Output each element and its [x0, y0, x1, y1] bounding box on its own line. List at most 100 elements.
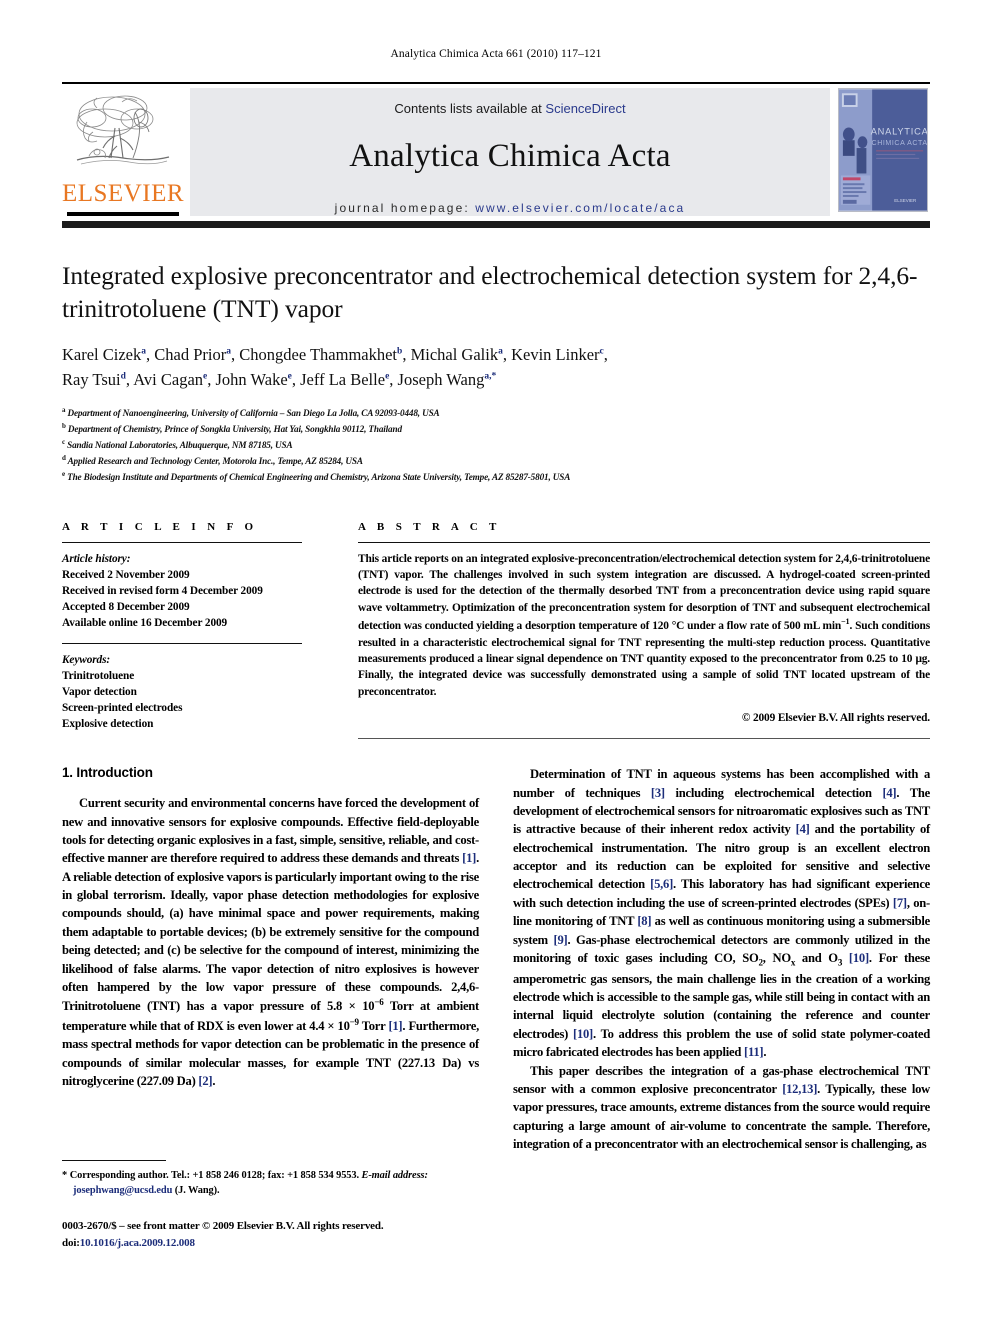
- keywords-block: Keywords: Trinitrotoluene Vapor detectio…: [62, 652, 302, 732]
- citation-ref[interactable]: [7]: [893, 896, 907, 910]
- journal-title: Analytica Chimica Acta: [349, 138, 671, 174]
- para-text: including electrochemical detection: [664, 785, 883, 800]
- citation-ref[interactable]: [2]: [198, 1074, 212, 1088]
- affiliation-mark: a: [62, 405, 66, 414]
- affiliation-item: b Department of Chemistry, Prince of Son…: [62, 421, 930, 437]
- paragraph: Determination of TNT in aqueous systems …: [513, 765, 930, 1061]
- affiliation-mark: c: [62, 437, 65, 446]
- section-name: Introduction: [76, 765, 153, 781]
- para-text: Torr: [358, 1019, 389, 1034]
- exponent: −6: [374, 997, 384, 1008]
- exponent: −9: [349, 1016, 359, 1027]
- affiliation-item: c Sandia National Laboratories, Albuquer…: [62, 437, 930, 453]
- history-item: Available online 16 December 2009: [62, 616, 228, 629]
- author-separator: ,: [291, 370, 301, 389]
- elsevier-logo: ELSEVIER: [62, 88, 184, 216]
- corresponding-author-note: * Corresponding author. Tel.: +1 858 246…: [62, 1168, 479, 1198]
- section-number: 1.: [62, 765, 73, 781]
- keyword-item: Screen-printed electrodes: [62, 701, 183, 714]
- keyword-item: Trinitrotoluene: [62, 669, 135, 682]
- author-separator: ,: [502, 345, 512, 365]
- abstract-bottom-rule: [358, 738, 930, 740]
- section-heading-introduction: 1. Introduction: [62, 765, 479, 780]
- author-name: Michal Galik: [410, 345, 499, 365]
- author-name: Jeff La Belle: [300, 370, 386, 389]
- history-item: Received 2 November 2009: [62, 568, 190, 581]
- body-column-right: Determination of TNT in aqueous systems …: [513, 765, 930, 1153]
- journal-homepage-line: journal homepage: www.elsevier.com/locat…: [335, 201, 686, 215]
- author-name: Ray Tsui: [62, 370, 121, 389]
- para-text: . A reliable detection of explosive vapo…: [62, 851, 479, 1014]
- citation-ref[interactable]: [4]: [882, 786, 896, 800]
- history-item: Accepted 8 December 2009: [62, 600, 190, 613]
- article-history-label: Article history:: [62, 552, 131, 565]
- keywords-label: Keywords:: [62, 653, 111, 666]
- affiliation-mark: e: [62, 469, 65, 478]
- article-history-block: Article history: Received 2 November 200…: [62, 551, 302, 631]
- abstract-heading: A B S T R A C T: [358, 520, 501, 533]
- doi-link[interactable]: 10.1016/j.aca.2009.12.008: [80, 1237, 195, 1249]
- sciencedirect-link[interactable]: ScienceDirect: [545, 101, 625, 116]
- journal-masthead: ELSEVIER Contents lists available at Sci…: [62, 82, 930, 216]
- elsevier-tree-icon: [76, 95, 170, 165]
- citation-ref[interactable]: [9]: [554, 933, 568, 947]
- running-head: Analytica Chimica Acta 661 (2010) 117–12…: [390, 48, 602, 60]
- masthead-center: Contents lists available at ScienceDirec…: [190, 88, 830, 216]
- affiliation-item: d Applied Research and Technology Center…: [62, 453, 930, 469]
- doi-line: doi:10.1016/j.aca.2009.12.008: [62, 1235, 532, 1252]
- citation-ref[interactable]: [1]: [462, 851, 476, 865]
- body-column-left: 1. Introduction Current security and env…: [62, 765, 479, 1153]
- affiliation-text: Department of Chemistry, Prince of Songk…: [67, 423, 402, 434]
- citation-ref[interactable]: [11]: [744, 1045, 764, 1059]
- citation-ref[interactable]: [5,6]: [650, 877, 673, 891]
- footnote-rule: [62, 1160, 166, 1161]
- citation-ref[interactable]: [10]: [573, 1027, 593, 1041]
- keyword-item: Explosive detection: [62, 717, 154, 730]
- affiliation-list: a Department of Nanoengineering, Univers…: [62, 405, 930, 485]
- affiliation-text: The Biodesign Institute and Departments …: [67, 471, 571, 482]
- paper-page: Analytica Chimica Acta 661 (2010) 117–12…: [0, 0, 992, 1323]
- author-name: John Wake: [215, 370, 288, 389]
- affiliation-text: Department of Nanoengineering, Universit…: [67, 407, 440, 418]
- homepage-label: journal homepage:: [334, 201, 470, 215]
- abstract-rule: [358, 541, 930, 543]
- journal-cover-cell: ANALYTICA CHIMICA ACTA ELSEVIER: [836, 88, 930, 216]
- contents-prefix: Contents lists available at: [394, 101, 546, 116]
- author-name: Joseph Wang: [397, 370, 485, 389]
- svg-text:CHIMICA ACTA: CHIMICA ACTA: [872, 140, 928, 147]
- author-separator: ,: [389, 370, 398, 389]
- abstract-column: A B S T R A C T This article reports on …: [358, 521, 930, 740]
- keywords-separator-rule: [62, 642, 302, 644]
- affiliation-mark: b: [62, 421, 66, 430]
- citation-ref[interactable]: [12,13]: [782, 1082, 817, 1096]
- homepage-url-link[interactable]: www.elsevier.com/locate/aca: [475, 201, 685, 215]
- author-list: Karel Cizeka, Chad Priora, Chongdee Tham…: [62, 343, 930, 393]
- corresponding-author-text: Corresponding author. Tel.: +1 858 246 0…: [69, 1170, 359, 1181]
- affiliation-text: Applied Research and Technology Center, …: [67, 455, 363, 466]
- citation-ref[interactable]: [1]: [388, 1019, 402, 1033]
- history-item: Received in revised form 4 December 2009: [62, 584, 263, 597]
- citation-ref[interactable]: [8]: [637, 914, 651, 928]
- citation-ref[interactable]: [4]: [796, 822, 810, 836]
- paragraph: Current security and environmental conce…: [62, 794, 479, 1090]
- citation-ref[interactable]: [10]: [849, 951, 869, 965]
- keyword-item: Vapor detection: [62, 685, 137, 698]
- email-owner: (J. Wang).: [174, 1185, 220, 1197]
- article-title: Integrated explosive preconcentrator and…: [62, 261, 918, 323]
- affiliation-mark: d: [62, 453, 66, 462]
- para-text: and O: [795, 950, 838, 965]
- citation-ref[interactable]: [3]: [651, 786, 665, 800]
- email-label: E-mail address:: [361, 1170, 428, 1181]
- email-link[interactable]: josephwang@ucsd.edu: [73, 1185, 172, 1196]
- para-text: .: [212, 1074, 216, 1089]
- logo-underline: [67, 212, 179, 216]
- author-affiliation-mark: a,*: [484, 371, 497, 382]
- author-name: Kevin Linker: [511, 345, 600, 365]
- affiliation-item: a Department of Nanoengineering, Univers…: [62, 405, 930, 421]
- flowrate-exponent: −1: [841, 617, 850, 627]
- para-text: , NO: [762, 950, 791, 965]
- copyright-line: © 2009 Elsevier B.V. All rights reserved…: [741, 712, 930, 725]
- article-info-heading: A R T I C L E I N F O: [62, 520, 258, 533]
- para-text: [842, 951, 849, 965]
- article-info-rule: [62, 541, 302, 543]
